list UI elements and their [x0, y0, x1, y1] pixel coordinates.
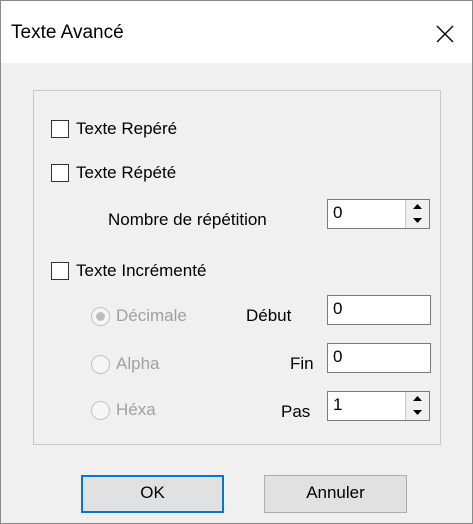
hexa-radio[interactable] [91, 400, 110, 420]
texte-incremente-option[interactable]: Texte Incrémenté [51, 261, 206, 281]
decimale-radio[interactable] [91, 306, 110, 326]
spin-down-icon [413, 410, 422, 415]
spin-up-button[interactable] [406, 392, 429, 406]
debut-label: Début [246, 306, 292, 325]
nombre-repetition-label: Nombre de répétition [108, 210, 267, 229]
texte-repete-option[interactable]: Texte Répété [51, 163, 176, 183]
fin-label: Fin [290, 354, 314, 373]
spin-down-icon [413, 218, 422, 223]
dialog-title: Texte Avancé [11, 22, 124, 43]
nombre-repetition-value[interactable]: 0 [333, 203, 342, 222]
texte-repere-label: Texte Repéré [76, 119, 178, 138]
title-bar: Texte Avancé [1, 1, 472, 63]
texte-incremente-checkbox[interactable] [51, 262, 69, 280]
alpha-label: Alpha [116, 354, 160, 373]
close-button[interactable] [428, 19, 462, 49]
hexa-option[interactable]: Héxa [91, 400, 156, 420]
decimale-option[interactable]: Décimale [91, 306, 187, 326]
spin-up-button[interactable] [406, 200, 429, 214]
pas-label: Pas [281, 402, 311, 421]
debut-input[interactable]: 0 [327, 295, 431, 325]
texte-incremente-label: Texte Incrémenté [76, 261, 207, 280]
texte-avance-dialog: Texte Avancé Texte Repéré Texte Répété N… [0, 0, 473, 524]
spin-down-button[interactable] [406, 406, 429, 420]
spin-up-icon [413, 204, 422, 209]
texte-repete-label: Texte Répété [76, 163, 177, 182]
ok-button[interactable]: OK [81, 475, 224, 513]
alpha-radio[interactable] [91, 354, 110, 374]
fin-value[interactable]: 0 [333, 347, 342, 366]
pas-value[interactable]: 1 [333, 395, 342, 414]
close-icon [436, 25, 454, 43]
debut-value[interactable]: 0 [333, 299, 342, 318]
nombre-repetition-spinbox[interactable]: 0 [327, 199, 430, 229]
texte-repere-option[interactable]: Texte Repéré [51, 119, 177, 139]
pas-spinbox[interactable]: 1 [327, 391, 430, 421]
fin-input[interactable]: 0 [327, 343, 431, 373]
texte-repere-checkbox[interactable] [51, 120, 69, 138]
pas-spinner[interactable] [405, 392, 429, 420]
annuler-button[interactable]: Annuler [264, 475, 407, 513]
radio-selected-dot [96, 311, 105, 321]
hexa-label: Héxa [116, 400, 156, 419]
spin-down-button[interactable] [406, 214, 429, 228]
alpha-option[interactable]: Alpha [91, 354, 159, 374]
texte-repete-checkbox[interactable] [51, 164, 69, 182]
decimale-label: Décimale [116, 306, 187, 325]
spin-up-icon [413, 396, 422, 401]
nombre-repetition-spinner[interactable] [405, 200, 429, 228]
